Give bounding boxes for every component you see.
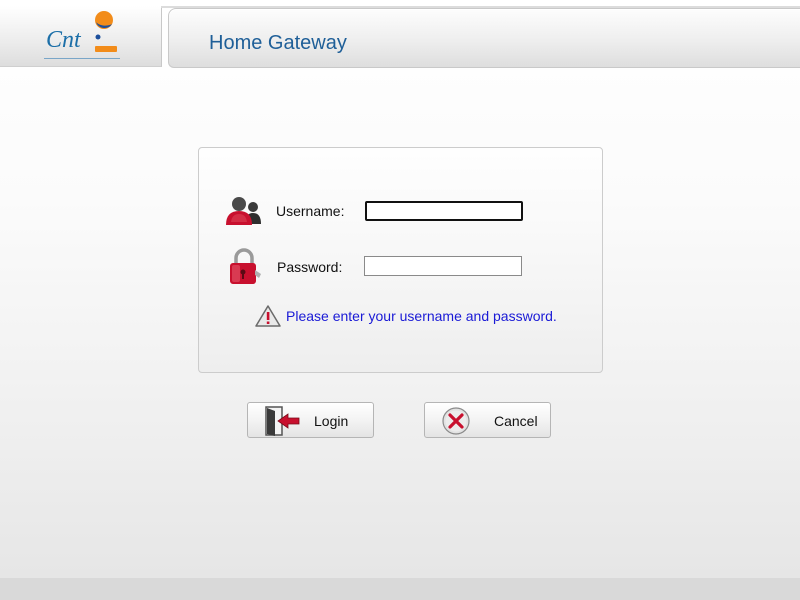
password-label: Password: (277, 259, 343, 275)
users-icon (226, 197, 261, 225)
password-input[interactable] (364, 256, 522, 276)
footer-strip (0, 578, 800, 600)
warning-message: Please enter your username and password. (286, 308, 557, 324)
svg-text:Cnt: Cnt (46, 27, 82, 53)
page-title: Home Gateway (209, 32, 347, 54)
cancel-button-label: Cancel (494, 413, 538, 429)
login-button-label: Login (314, 413, 349, 429)
username-input[interactable] (365, 201, 523, 221)
cancel-x-icon (442, 407, 470, 435)
login-page: { "header": { "title": "Home Gateway", "… (0, 0, 800, 600)
username-label: Username: (276, 203, 345, 219)
login-panel: Username: Password: Please enter your us… (198, 147, 603, 373)
cnt-logo-icon: Cnt (44, 11, 120, 59)
warning-triangle-icon (255, 305, 281, 327)
header-bar: Home Gateway (168, 8, 800, 68)
login-button[interactable]: Login (247, 402, 374, 438)
door-enter-icon (265, 406, 300, 436)
cancel-button[interactable]: Cancel (424, 402, 551, 438)
padlock-icon (230, 248, 261, 284)
logo-area: Cnt (0, 6, 162, 67)
